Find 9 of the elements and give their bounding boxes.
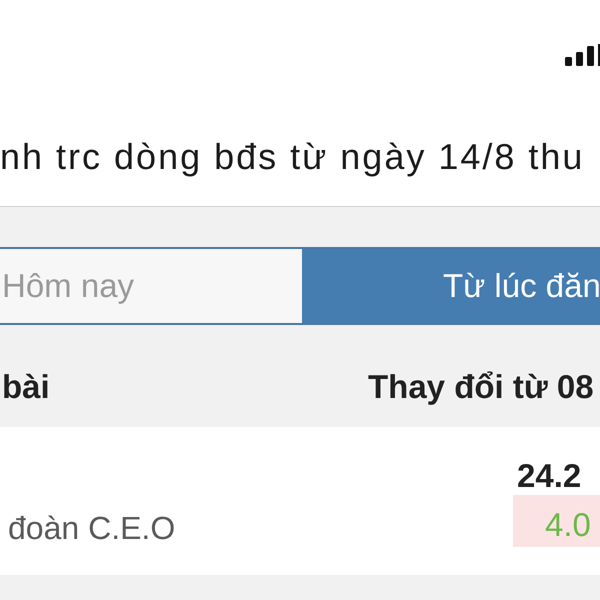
column-header: bài	[2, 367, 50, 407]
item-name: đoàn C.E.O	[8, 510, 176, 546]
segment-tab[interactable]: Hôm nay	[0, 247, 302, 325]
value-cell-text: 24.2	[516, 458, 582, 494]
signal-icon	[565, 44, 600, 66]
page-title: nh trc dòng bđs từ ngày 14/8 thu	[0, 136, 586, 178]
column-header: Thay đổi từ 08	[368, 367, 594, 407]
segment-tab[interactable]: Từ lúc đăn	[302, 247, 600, 325]
change-cell: 4.0	[513, 495, 600, 547]
